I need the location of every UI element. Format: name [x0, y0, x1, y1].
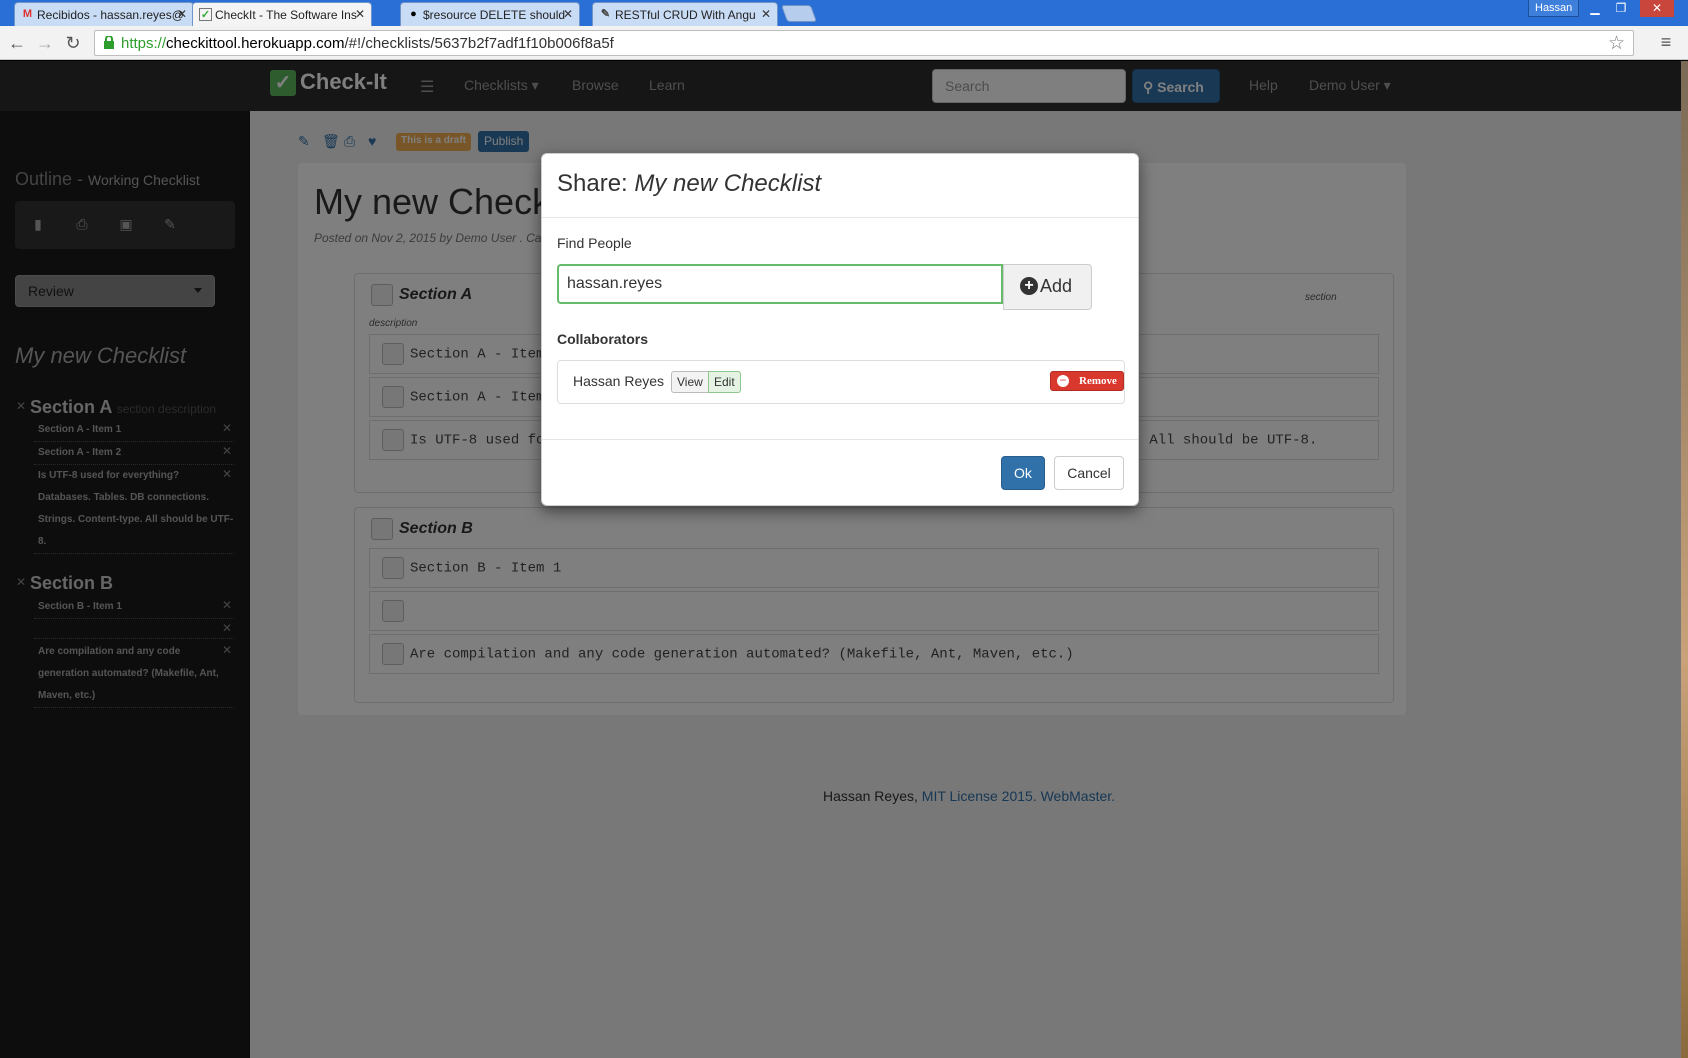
window-close-icon[interactable]: ✕ — [1640, 0, 1674, 17]
collaborator-row: Hassan Reyes View Edit − Remove — [557, 360, 1125, 404]
browser-tab-github[interactable]: ● $resource DELETE should ✕ — [400, 2, 580, 26]
page: ✓Check-It ☰ Checklists ▾ Browse Learn Se… — [0, 61, 1688, 1058]
close-icon[interactable]: ✕ — [177, 7, 187, 21]
desktop-edge — [1681, 61, 1688, 1058]
share-dialog-footer: Ok Cancel — [542, 439, 1138, 505]
new-tab-button[interactable] — [780, 5, 818, 22]
find-people-input[interactable] — [557, 264, 1003, 304]
bookmark-star-icon[interactable]: ☆ — [1608, 32, 1625, 55]
close-icon[interactable]: ✕ — [563, 7, 573, 21]
view-permission-toggle[interactable]: View — [671, 371, 709, 393]
restore-icon[interactable]: ❐ — [1608, 0, 1634, 17]
tab-title: $resource DELETE should — [423, 8, 566, 22]
back-icon[interactable]: ← — [6, 32, 28, 54]
minimize-icon[interactable]: ▁ — [1582, 0, 1608, 17]
minus-circle-icon: − — [1057, 374, 1069, 387]
browser-tab-restful[interactable]: ✎ RESTful CRUD With Angu ✕ — [592, 2, 778, 26]
share-dialog-title: Share: My new Checklist — [557, 170, 822, 197]
ok-button[interactable]: Ok — [1001, 456, 1045, 490]
close-icon[interactable]: ✕ — [355, 7, 365, 21]
close-icon[interactable]: ✕ — [761, 7, 771, 21]
browser-tab-checkit[interactable]: ✓ CheckIt - The Software Ins ✕ — [192, 2, 372, 26]
browser-tab-strip: M Recibidos - hassan.reyes@ ✕ ✓ CheckIt … — [0, 0, 1688, 26]
url-field[interactable]: https://checkittool.herokuapp.com/#!/che… — [94, 30, 1634, 56]
reload-icon[interactable]: ↻ — [62, 32, 84, 54]
tab-title: Recibidos - hassan.reyes@ — [37, 8, 184, 22]
tab-title: RESTful CRUD With Angu — [615, 8, 756, 22]
collaborator-name: Hassan Reyes — [573, 373, 665, 389]
check-icon: ✓ — [199, 8, 212, 21]
remove-collaborator-button[interactable]: − Remove — [1050, 371, 1124, 391]
gmail-icon: M — [22, 8, 33, 20]
edit-permission-toggle[interactable]: Edit — [708, 371, 741, 393]
share-dialog-header: Share: My new Checklist — [542, 154, 1138, 218]
plus-circle-icon: + — [1020, 277, 1038, 295]
address-bar: ← → ↻ https://checkittool.herokuapp.com/… — [0, 26, 1688, 60]
share-dialog: Share: My new Checklist Find People +Add… — [541, 153, 1139, 506]
profile-button[interactable]: Hassan — [1528, 0, 1580, 17]
github-icon: ● — [410, 8, 417, 20]
cancel-button[interactable]: Cancel — [1054, 456, 1124, 490]
forward-icon[interactable]: → — [34, 32, 56, 54]
add-collaborator-button[interactable]: + Add — [1003, 264, 1092, 310]
chrome-menu-icon[interactable]: ≡ — [1656, 32, 1676, 52]
url-text: https://checkittool.herokuapp.com/#!/che… — [121, 35, 614, 52]
find-people-label: Find People — [557, 235, 632, 251]
browser-tab-gmail[interactable]: M Recibidos - hassan.reyes@ ✕ — [14, 2, 194, 26]
lock-icon — [104, 36, 114, 49]
page-icon: ✎ — [600, 8, 611, 20]
collaborators-label: Collaborators — [557, 331, 649, 347]
tab-title: CheckIt - The Software Ins — [215, 8, 357, 22]
